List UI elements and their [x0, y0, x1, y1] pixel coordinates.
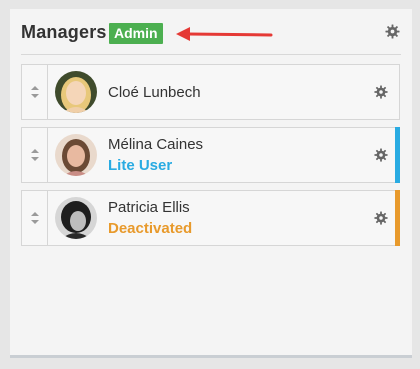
- manager-card[interactable]: Cloé Lunbech: [21, 64, 400, 120]
- drag-handle-icon[interactable]: [22, 65, 48, 119]
- status-accent-bar: [395, 190, 400, 246]
- gear-icon[interactable]: [374, 85, 388, 99]
- header-divider: [21, 54, 401, 55]
- status-label: Deactivated: [108, 220, 193, 237]
- manager-card[interactable]: Mélina Caines Lite User: [21, 127, 400, 183]
- avatar: [55, 134, 97, 176]
- managers-panel: Managers Admin Cloé Lunbech Mélina Caine…: [10, 9, 412, 358]
- role-badge: Admin: [109, 23, 163, 44]
- status-label: Lite User: [108, 157, 173, 174]
- gear-icon[interactable]: [374, 148, 388, 162]
- panel-title: Managers: [21, 22, 107, 42]
- drag-handle-icon[interactable]: [22, 128, 48, 182]
- gear-icon[interactable]: [374, 211, 388, 225]
- status-accent-bar: [395, 127, 400, 183]
- manager-name: Patricia Ellis: [108, 199, 190, 216]
- manager-card[interactable]: Patricia Ellis Deactivated: [21, 190, 400, 246]
- avatar: [55, 197, 97, 239]
- manager-name: Cloé Lunbech: [108, 84, 201, 101]
- annotation-arrow-icon: [176, 27, 273, 41]
- drag-handle-icon[interactable]: [22, 191, 48, 245]
- gear-icon[interactable]: [385, 24, 400, 39]
- manager-name: Mélina Caines: [108, 136, 204, 153]
- panel-header: Managers Admin: [10, 9, 412, 55]
- avatar: [55, 71, 97, 113]
